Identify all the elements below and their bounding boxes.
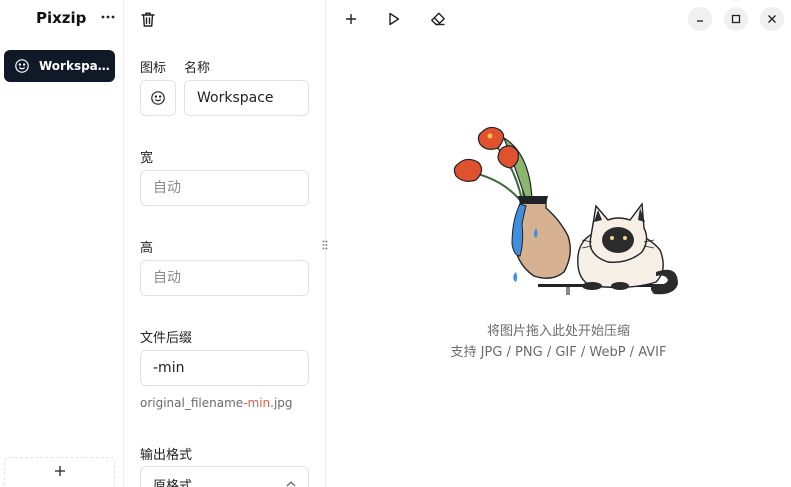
minimize-button[interactable] bbox=[688, 7, 712, 31]
name-input[interactable] bbox=[184, 80, 309, 116]
drop-zone-title: 将图片拖入此处开始压缩 bbox=[486, 324, 630, 339]
chevron-up-icon bbox=[286, 481, 296, 487]
settings-panel: 图标 名称 宽 高 文件后缀 original_filename-min.jpg… bbox=[124, 0, 326, 487]
app-title: Pixzip bbox=[36, 9, 87, 27]
sidebar-item-label: Workspace bbox=[39, 59, 111, 73]
icon-picker-button[interactable] bbox=[140, 80, 176, 116]
add-images-button[interactable] bbox=[340, 8, 362, 30]
height-label: 高 bbox=[140, 241, 154, 256]
add-workspace-button[interactable] bbox=[4, 457, 115, 487]
output-format-select[interactable]: 原格式 bbox=[140, 466, 309, 487]
filename-extension: .jpg bbox=[270, 396, 293, 410]
plus-icon bbox=[54, 466, 65, 476]
name-label: 名称 bbox=[184, 61, 211, 76]
output-format-value: 原格式 bbox=[153, 478, 193, 487]
smiley-icon bbox=[151, 91, 165, 105]
app-window: Pixzip Workspace 图标 名称 Workspace 宽 自动 高 … bbox=[0, 0, 791, 487]
drop-zone-formats: 支持 JPG / PNG / GIF / WebP / AVIF bbox=[450, 345, 667, 360]
width-label: 宽 bbox=[140, 151, 154, 166]
start-compress-button[interactable] bbox=[383, 8, 405, 30]
filename-prefix: original_filename bbox=[140, 396, 244, 410]
filename-suffix: -min bbox=[243, 396, 271, 410]
eraser-icon bbox=[431, 12, 445, 26]
smiley-icon bbox=[14, 58, 30, 74]
close-button[interactable] bbox=[760, 7, 784, 31]
image-drop-zone[interactable]: 将图片拖入此处开始压缩 支持 JPG / PNG / GIF / WebP / … bbox=[326, 40, 791, 487]
format-label: 输出格式 bbox=[140, 448, 193, 463]
suffix-input[interactable] bbox=[140, 350, 309, 386]
cat-and-vase-illustration bbox=[453, 126, 678, 295]
maximize-icon bbox=[731, 14, 741, 24]
sidebar-item-workspace[interactable]: Workspace bbox=[4, 50, 115, 82]
delete-workspace-button[interactable] bbox=[138, 8, 158, 30]
sidebar: Pixzip Workspace bbox=[0, 0, 124, 487]
more-horizontal-icon bbox=[101, 15, 115, 19]
trash-icon bbox=[141, 12, 155, 27]
plus-icon bbox=[346, 14, 356, 24]
more-options-button[interactable] bbox=[98, 6, 118, 28]
height-input[interactable] bbox=[140, 260, 309, 296]
minimize-icon bbox=[697, 20, 703, 22]
maximize-button[interactable] bbox=[724, 7, 748, 31]
filename-preview: original_filename-min.jpg bbox=[140, 396, 293, 410]
icon-label: 图标 bbox=[140, 61, 167, 76]
play-icon bbox=[389, 12, 400, 26]
close-icon bbox=[768, 15, 776, 23]
main-area: 将图片拖入此处开始压缩 支持 JPG / PNG / GIF / WebP / … bbox=[326, 0, 791, 487]
clear-list-button[interactable] bbox=[427, 8, 449, 30]
suffix-label: 文件后缀 bbox=[140, 331, 193, 346]
width-input[interactable] bbox=[140, 170, 309, 206]
